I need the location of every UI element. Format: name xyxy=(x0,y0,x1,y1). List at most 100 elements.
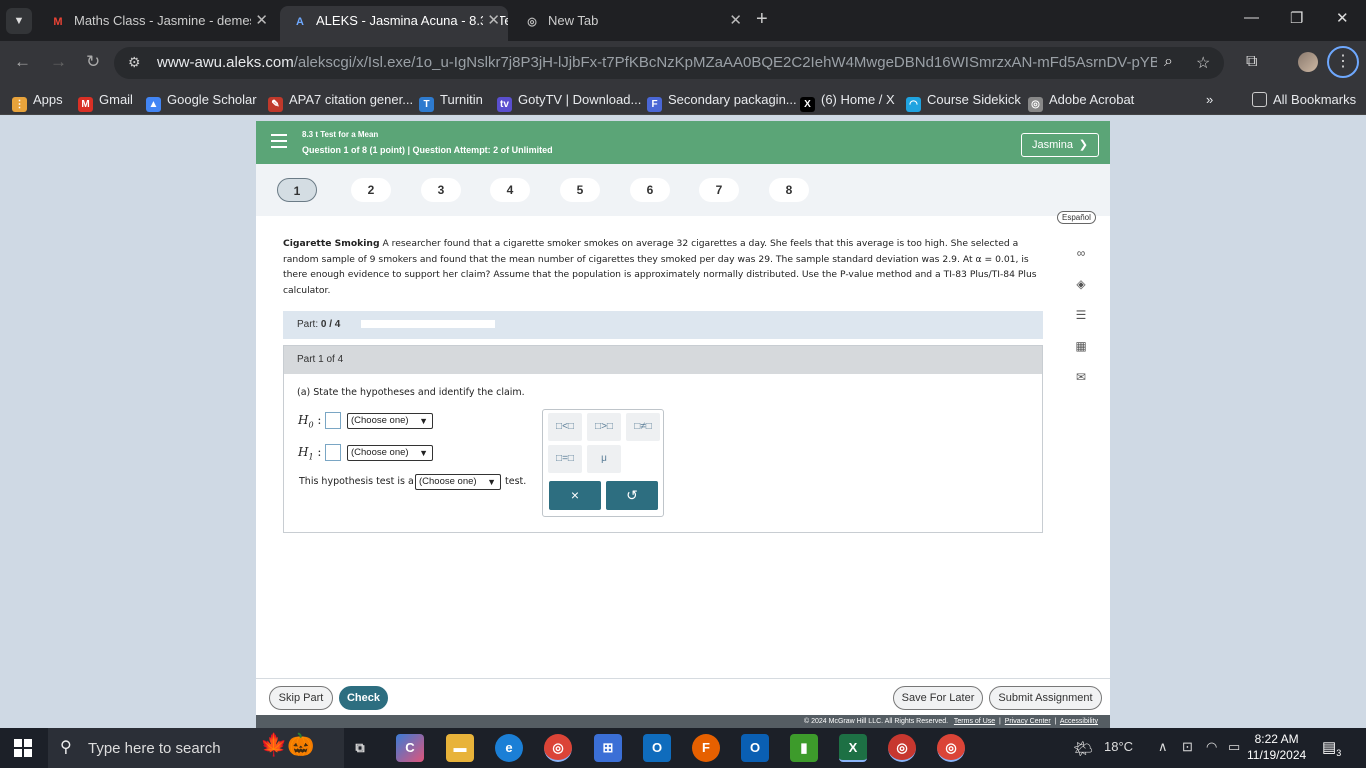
windows-start-icon[interactable] xyxy=(14,739,32,757)
mu-key[interactable]: μ xyxy=(587,445,621,473)
palette-clear-button[interactable]: × xyxy=(549,481,601,510)
less-than-key[interactable]: □<□ xyxy=(548,413,582,441)
copilot-icon[interactable]: C xyxy=(396,734,424,762)
store-icon[interactable]: ⊞ xyxy=(594,734,622,762)
bookmark-gmail[interactable]: M Gmail xyxy=(78,92,133,112)
h1-claim-select[interactable]: (Choose one) ▼ xyxy=(347,445,433,461)
submit-assignment-button[interactable]: Submit Assignment xyxy=(989,686,1102,710)
outlook-icon[interactable]: O xyxy=(741,734,769,762)
accessibility-link[interactable]: Accessibility xyxy=(1060,718,1098,725)
bookmark-x[interactable]: X (6) Home / X xyxy=(800,92,895,112)
question-pill-5[interactable]: 5 xyxy=(560,178,600,202)
problem-statement: Cigarette Smoking A researcher found tha… xyxy=(283,236,1038,298)
question-pill-8[interactable]: 8 xyxy=(769,178,809,202)
back-icon[interactable]: ← xyxy=(14,52,31,72)
tab-gmail[interactable]: M Maths Class - Jasmine - demesc ✕ xyxy=(38,6,276,35)
address-bar[interactable]: ⚙ www-awu.aleks.com/alekscgi/x/Isl.exe/1… xyxy=(114,47,1224,79)
bookmark-scholar[interactable]: ▲ Google Scholar xyxy=(146,92,257,112)
topic-title: 8.3 t Test for a Mean xyxy=(302,130,379,139)
mail-icon[interactable]: ✉ xyxy=(1071,367,1091,387)
tag-icon[interactable]: ◈ xyxy=(1071,274,1091,294)
bookmark-apa7[interactable]: ✎ APA7 citation gener... xyxy=(268,92,413,112)
palette-undo-button[interactable]: ↺ xyxy=(606,481,658,510)
question-pill-2[interactable]: 2 xyxy=(351,178,391,202)
battery-icon[interactable]: ▭ xyxy=(1228,739,1240,755)
bookmark-star-icon[interactable]: ☆ xyxy=(1196,53,1210,73)
forward-icon[interactable]: → xyxy=(50,52,67,72)
zoom-icon[interactable]: ⌕ xyxy=(1164,53,1173,71)
taskbar-search[interactable]: ⚲ Type here to search 🍁🎃 xyxy=(48,728,344,768)
notification-center-icon[interactable]: ▤3 xyxy=(1322,738,1341,758)
bookmark-turnitin[interactable]: T Turnitin xyxy=(419,92,483,112)
close-icon[interactable]: ✕ xyxy=(729,6,742,35)
reload-icon[interactable]: ↻ xyxy=(86,52,100,72)
question-pill-7[interactable]: 7 xyxy=(699,178,739,202)
calculator-icon[interactable]: ▦ xyxy=(1071,336,1091,356)
task-view-icon[interactable]: ⧉ xyxy=(346,734,374,762)
game-icon[interactable]: ▮ xyxy=(790,734,818,762)
greater-than-key[interactable]: □>□ xyxy=(587,413,621,441)
all-bookmarks[interactable]: All Bookmarks xyxy=(1252,92,1356,107)
chrome-profile-2-icon[interactable]: ◎ xyxy=(937,734,965,762)
notes-icon[interactable]: ☰ xyxy=(1071,305,1091,325)
close-icon[interactable]: ✕ xyxy=(483,6,500,35)
excel-icon[interactable]: X xyxy=(839,734,867,762)
equal-key[interactable]: □=□ xyxy=(548,445,582,473)
espanol-toggle[interactable]: Español xyxy=(1057,211,1096,224)
chrome-profile-icon[interactable]: ◎ xyxy=(888,734,916,762)
restore-icon[interactable]: ❐ xyxy=(1290,9,1303,27)
privacy-link[interactable]: Privacy Center xyxy=(1005,718,1051,725)
bookmark-secondary[interactable]: F Secondary packagin... xyxy=(647,92,797,112)
menu-icon[interactable] xyxy=(271,134,287,148)
h1-answer-box[interactable] xyxy=(325,444,341,461)
not-equal-key[interactable]: □≠□ xyxy=(626,413,660,441)
minimize-icon[interactable]: — xyxy=(1244,9,1259,26)
folder-icon xyxy=(1252,92,1267,107)
tab-title: Maths Class - Jasmine - demesc xyxy=(74,13,263,28)
extensions-icon[interactable]: ⧉ xyxy=(1246,53,1257,71)
question-pill-6[interactable]: 6 xyxy=(630,178,670,202)
browser-tab-strip: ▼ M Maths Class - Jasmine - demesc ✕ A ALE… xyxy=(0,0,1366,41)
close-icon[interactable]: ✕ xyxy=(251,6,268,35)
search-icon: ⚲ xyxy=(60,739,72,756)
outlook-new-icon[interactable]: O xyxy=(643,734,671,762)
infinity-icon[interactable]: ∞ xyxy=(1071,243,1091,263)
file-explorer-icon[interactable]: ▬ xyxy=(446,734,474,762)
user-menu-button[interactable]: Jasmina ❯ xyxy=(1021,133,1099,157)
bookmarks-overflow-icon[interactable]: » xyxy=(1206,92,1213,107)
weather-temp[interactable]: 18°C xyxy=(1104,739,1133,754)
bookmark-gotytv[interactable]: tv GotyTV | Download... xyxy=(497,92,641,112)
bookmark-acrobat[interactable]: ◎ Adobe Acrobat xyxy=(1028,92,1134,112)
bookmark-sidekick[interactable]: ◠ Course Sidekick xyxy=(906,92,1021,112)
edge-icon[interactable]: e xyxy=(495,734,523,762)
new-tab-button[interactable]: + xyxy=(756,8,768,31)
test-type-select[interactable]: (Choose one) ▼ xyxy=(415,474,501,490)
tab-new-tab[interactable]: ◎ New Tab ✕ xyxy=(512,6,750,35)
question-pill-1[interactable]: 1 xyxy=(277,178,317,202)
chrome-taskbar-icon[interactable]: ◎ xyxy=(544,734,572,762)
firefox-icon[interactable]: F xyxy=(692,734,720,762)
tray-overflow-icon[interactable]: ∧ xyxy=(1158,739,1168,755)
terms-link[interactable]: Terms of Use xyxy=(954,718,995,725)
url-text[interactable]: www-awu.aleks.com/alekscgi/x/Isl.exe/1o_… xyxy=(157,54,1157,71)
browser-toolbar: ← → ↻ ⚙ www-awu.aleks.com/alekscgi/x/Isl… xyxy=(0,41,1366,85)
chrome-menu-icon[interactable]: ⋮ xyxy=(1327,46,1359,78)
profile-avatar[interactable] xyxy=(1298,52,1318,72)
weather-icon[interactable]: 🌤 xyxy=(1073,739,1093,759)
save-for-later-button[interactable]: Save For Later xyxy=(893,686,983,710)
meet-icon[interactable]: ⊡ xyxy=(1182,739,1193,755)
h0-claim-select[interactable]: (Choose one) ▼ xyxy=(347,413,433,429)
gmail-icon: M xyxy=(78,97,93,112)
check-button[interactable]: Check xyxy=(339,686,388,710)
question-pill-3[interactable]: 3 xyxy=(421,178,461,202)
tab-search-button[interactable]: ▼ xyxy=(6,8,32,34)
skip-part-button[interactable]: Skip Part xyxy=(269,686,333,710)
taskbar-clock[interactable]: 8:22 AM 11/19/2024 xyxy=(1247,731,1306,763)
bookmark-apps[interactable]: ⋮ Apps xyxy=(12,92,63,112)
site-info-icon[interactable]: ⚙ xyxy=(128,54,141,71)
h0-answer-box[interactable] xyxy=(325,412,341,429)
wifi-icon[interactable]: ◠ xyxy=(1206,739,1217,755)
window-close-icon[interactable]: ✕ xyxy=(1336,9,1349,27)
question-pill-4[interactable]: 4 xyxy=(490,178,530,202)
tab-aleks[interactable]: A ALEKS - Jasmina Acuna - 8.3 t Te ✕ xyxy=(280,6,508,41)
